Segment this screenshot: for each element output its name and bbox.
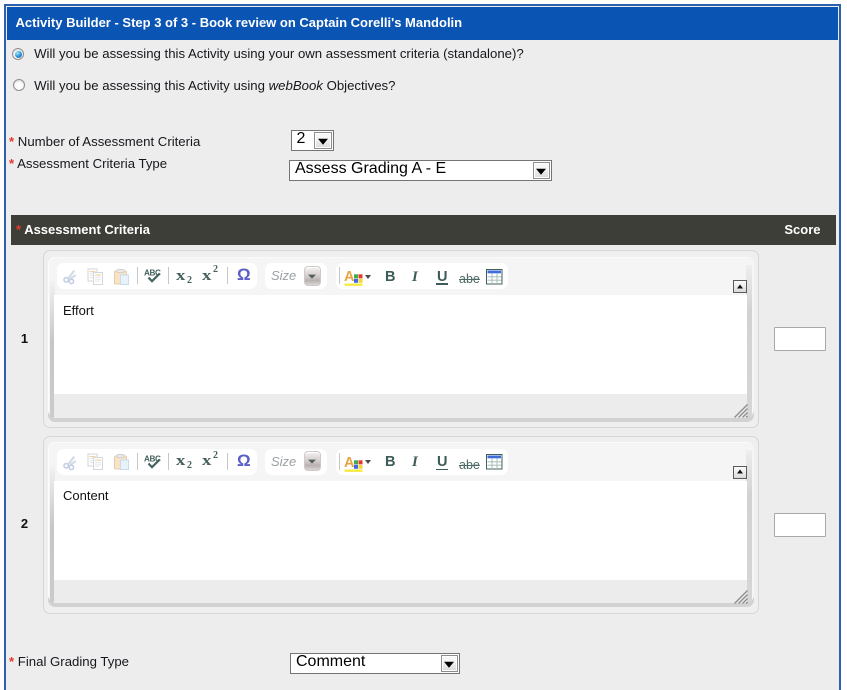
svg-text:A: A	[344, 455, 355, 471]
svg-text:A: A	[344, 269, 355, 285]
